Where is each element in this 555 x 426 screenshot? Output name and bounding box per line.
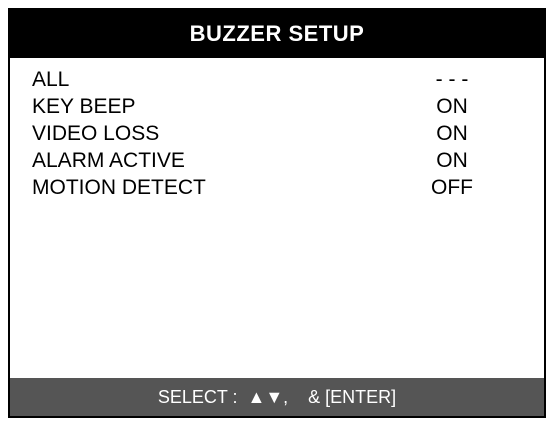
buzzer-setup-menu: BUZZER SETUP ALL - - - KEY BEEP ON VIDEO… [8, 8, 546, 418]
option-value-all[interactable]: - - - [412, 66, 492, 93]
option-value-video-loss[interactable]: ON [412, 120, 492, 147]
option-value-key-beep[interactable]: ON [412, 93, 492, 120]
option-label-alarm-active: ALARM ACTIVE [32, 149, 185, 172]
menu-title: BUZZER SETUP [10, 10, 544, 58]
option-row-alarm-active[interactable]: ALARM ACTIVE ON [10, 147, 544, 174]
option-row-key-beep[interactable]: KEY BEEP ON [10, 93, 544, 120]
option-value-alarm-active[interactable]: ON [412, 147, 492, 174]
navigation-hint: SELECT : ▲▼, & [ENTER] [10, 378, 544, 416]
option-label-motion-detect: MOTION DETECT [32, 176, 206, 199]
option-row-all[interactable]: ALL - - - [10, 66, 544, 93]
option-label-video-loss: VIDEO LOSS [32, 122, 160, 145]
option-row-motion-detect[interactable]: MOTION DETECT OFF [10, 174, 544, 201]
option-row-video-loss[interactable]: VIDEO LOSS ON [10, 120, 544, 147]
option-label-key-beep: KEY BEEP [32, 95, 136, 118]
option-label-all: ALL [32, 68, 70, 91]
options-list: ALL - - - KEY BEEP ON VIDEO LOSS ON ALAR… [10, 66, 544, 201]
option-value-motion-detect[interactable]: OFF [412, 174, 492, 201]
